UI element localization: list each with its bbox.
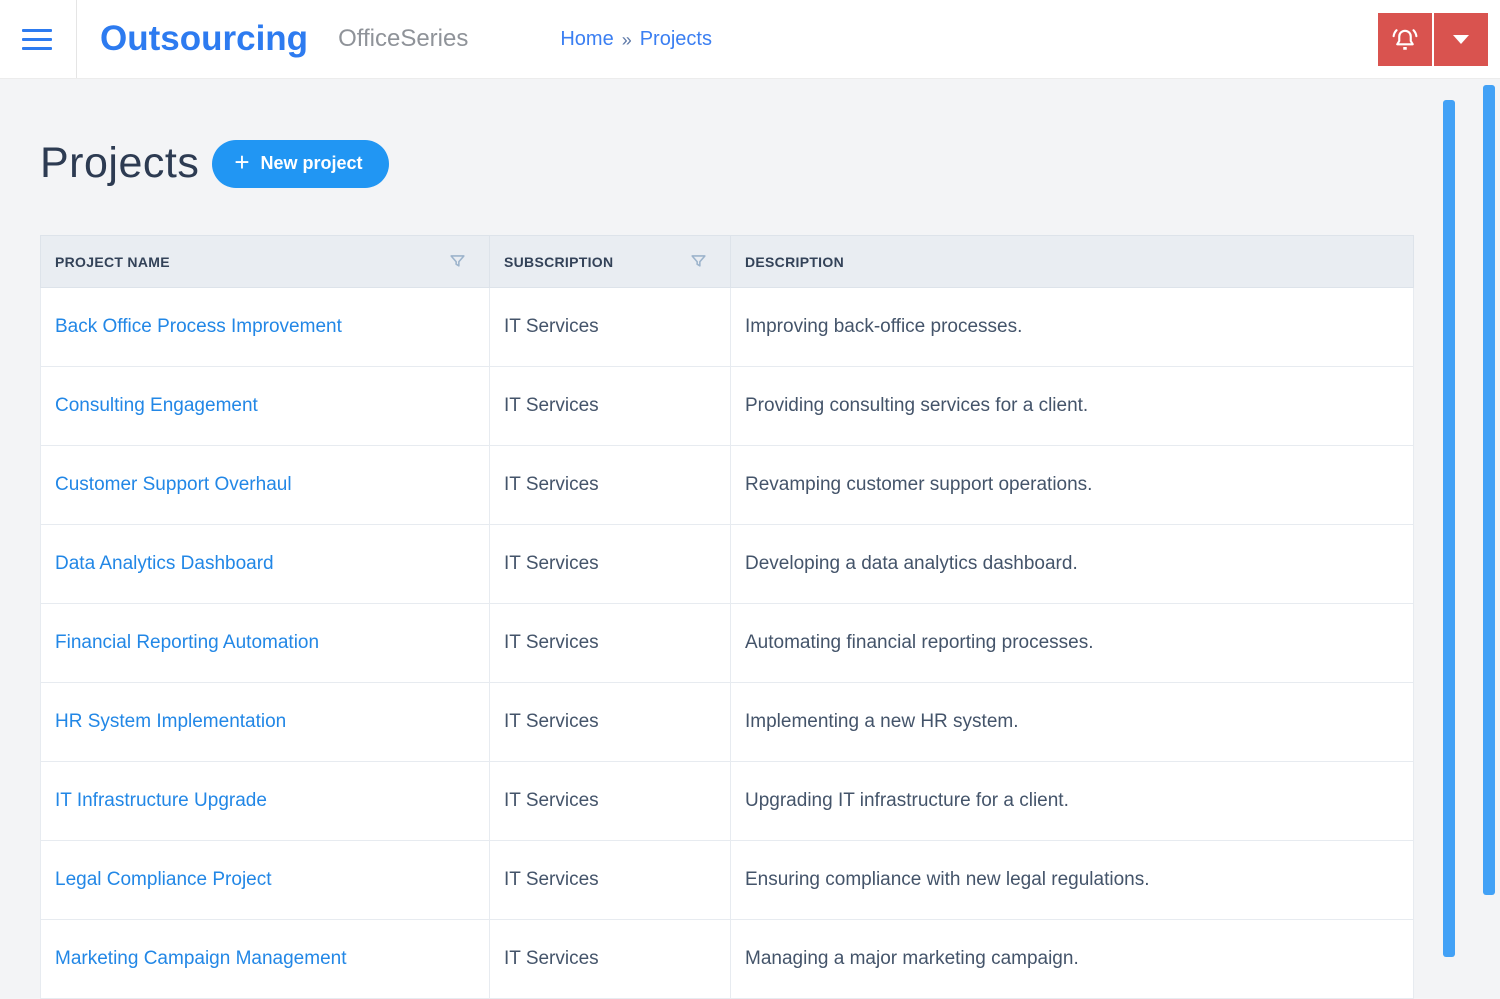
description-cell: Providing consulting services for a clie… xyxy=(730,366,1414,446)
project-name-link[interactable]: IT Infrastructure Upgrade xyxy=(55,790,267,811)
subscription-cell: IT Services xyxy=(489,919,731,999)
top-bar: Outsourcing OfficeSeries Home » Projects xyxy=(0,0,1500,79)
breadcrumb-separator: » xyxy=(621,29,632,50)
column-header-subscription: SUBSCRIPTION xyxy=(489,235,731,288)
brand-title[interactable]: Outsourcing xyxy=(100,19,308,59)
new-project-button[interactable]: + New project xyxy=(212,139,389,188)
subscription-cell: IT Services xyxy=(489,524,731,604)
subscription-cell: IT Services xyxy=(489,840,731,920)
description-cell: Ensuring compliance with new legal regul… xyxy=(730,840,1414,920)
project-name-link[interactable]: Data Analytics Dashboard xyxy=(55,553,274,574)
description-cell: Developing a data analytics dashboard. xyxy=(730,524,1414,604)
notifications-button[interactable] xyxy=(1378,13,1432,66)
filter-icon[interactable] xyxy=(448,252,467,271)
subscription-cell: IT Services xyxy=(489,682,731,762)
subscription-cell: IT Services xyxy=(489,366,731,446)
subscription-cell: IT Services xyxy=(489,445,731,525)
breadcrumb-home-link[interactable]: Home xyxy=(560,28,613,51)
project-name-link[interactable]: Back Office Process Improvement xyxy=(55,316,342,337)
description-cell: Revamping customer support operations. xyxy=(730,445,1414,525)
description-cell: Automating financial reporting processes… xyxy=(730,603,1414,683)
table-row: Back Office Process Improvement IT Servi… xyxy=(40,287,1414,367)
project-name-link[interactable]: Customer Support Overhaul xyxy=(55,474,292,495)
header-divider xyxy=(76,0,77,78)
plus-icon: + xyxy=(234,147,250,177)
title-row: Projects + New project xyxy=(40,139,1500,188)
subscription-cell: IT Services xyxy=(489,603,731,683)
breadcrumb-current-link[interactable]: Projects xyxy=(640,28,712,51)
projects-table: PROJECT NAME SUBSCRIPTION DESCRIPTION Ba… xyxy=(40,235,1414,999)
description-cell: Improving back-office processes. xyxy=(730,287,1414,367)
page-title: Projects xyxy=(40,139,200,187)
window-scrollbar-thumb[interactable] xyxy=(1483,85,1495,895)
project-name-link[interactable]: Legal Compliance Project xyxy=(55,869,272,890)
column-header-description: DESCRIPTION xyxy=(730,235,1414,288)
menu-icon xyxy=(22,28,52,32)
table-row: IT Infrastructure Upgrade IT Services Up… xyxy=(40,761,1414,841)
table-row: Marketing Campaign Management IT Service… xyxy=(40,919,1414,999)
subscription-cell: IT Services xyxy=(489,761,731,841)
description-cell: Implementing a new HR system. xyxy=(730,682,1414,762)
column-label: PROJECT NAME xyxy=(55,253,170,270)
table-row: Consulting Engagement IT Services Provid… xyxy=(40,366,1414,446)
caret-down-icon xyxy=(1453,35,1469,44)
description-cell: Upgrading IT infrastructure for a client… xyxy=(730,761,1414,841)
account-menu-button[interactable] xyxy=(1434,13,1488,66)
description-cell: Managing a major marketing campaign. xyxy=(730,919,1414,999)
bell-icon xyxy=(1392,28,1418,50)
table-row: HR System Implementation IT Services Imp… xyxy=(40,682,1414,762)
menu-button[interactable] xyxy=(22,26,54,52)
main-content: Projects + New project PROJECT NAME SUBS… xyxy=(0,139,1500,999)
column-label: DESCRIPTION xyxy=(745,253,844,270)
column-label: SUBSCRIPTION xyxy=(504,253,614,270)
table-row: Legal Compliance Project IT Services Ens… xyxy=(40,840,1414,920)
header-actions xyxy=(1378,13,1488,66)
suite-name: OfficeSeries xyxy=(338,25,469,52)
project-name-link[interactable]: HR System Implementation xyxy=(55,711,286,732)
project-name-link[interactable]: Consulting Engagement xyxy=(55,395,258,416)
subscription-cell: IT Services xyxy=(489,287,731,367)
filter-icon[interactable] xyxy=(689,252,708,271)
inner-scrollbar-thumb[interactable] xyxy=(1443,100,1455,957)
table-header-row: PROJECT NAME SUBSCRIPTION DESCRIPTION xyxy=(40,235,1414,288)
column-header-project-name: PROJECT NAME xyxy=(40,235,490,288)
table-row: Data Analytics Dashboard IT Services Dev… xyxy=(40,524,1414,604)
table-row: Customer Support Overhaul IT Services Re… xyxy=(40,445,1414,525)
table-row: Financial Reporting Automation IT Servic… xyxy=(40,603,1414,683)
project-name-link[interactable]: Financial Reporting Automation xyxy=(55,632,319,653)
project-name-link[interactable]: Marketing Campaign Management xyxy=(55,948,347,969)
new-project-label: New project xyxy=(260,153,363,173)
breadcrumb: Home » Projects xyxy=(560,28,712,51)
